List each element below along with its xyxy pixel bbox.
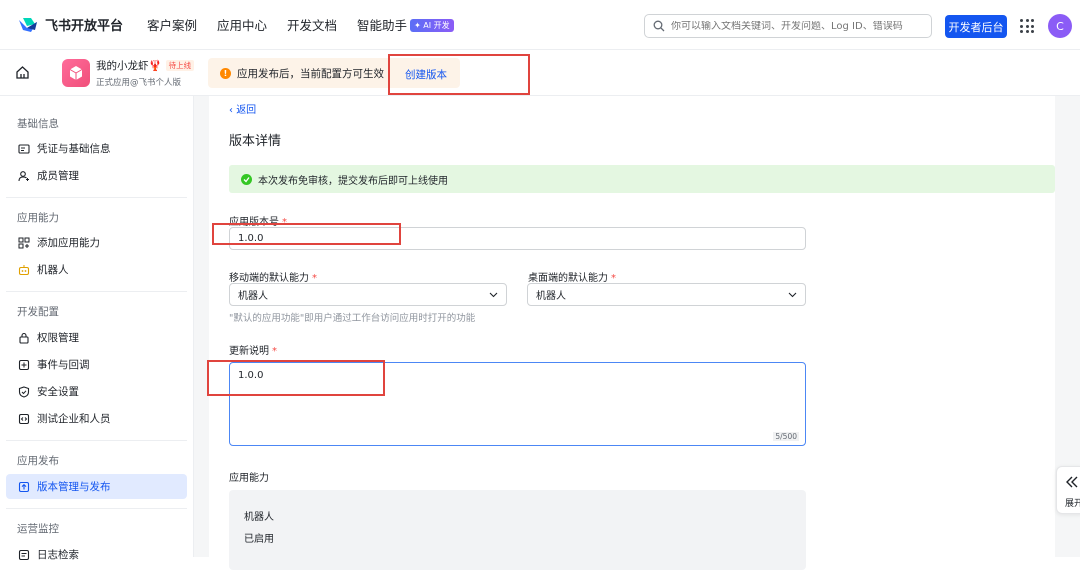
search-input[interactable]: [671, 20, 921, 32]
user-avatar[interactable]: C: [1048, 14, 1072, 38]
sidebar-item-label: 成员管理: [37, 170, 79, 182]
sidebar-item-label: 机器人: [37, 264, 69, 276]
code-icon: [18, 413, 30, 424]
version-detail-card: ‹ 返回 版本详情 本次发布免审核，提交发布后即可上线使用 应用版本号 * 1.0…: [209, 96, 1055, 570]
grid-add-icon: [18, 237, 30, 248]
upload-icon: [18, 481, 30, 492]
mobile-default-select[interactable]: 机器人: [229, 283, 507, 306]
sidebar-item-security[interactable]: 安全设置: [6, 379, 187, 404]
sidebar-item-label: 添加应用能力: [37, 237, 100, 249]
home-icon[interactable]: [15, 65, 30, 80]
chevron-down-icon: [788, 292, 797, 297]
highlight-box-update-notes: [207, 360, 385, 396]
sidebar-item-label: 日志检索: [37, 549, 79, 561]
app-info[interactable]: 我的小龙虾🦞 待上线 正式应用@飞书个人版: [62, 58, 195, 88]
app-subtitle: 正式应用@飞书个人版: [96, 78, 182, 88]
desktop-default-select[interactable]: 机器人: [527, 283, 806, 306]
sidebar-section-dev-config: 开发配置: [17, 306, 59, 318]
shield-icon: [18, 385, 30, 398]
back-label: 返回: [236, 105, 257, 116]
log-icon: [18, 549, 30, 560]
default-capability-hint: "默认的应用功能"即用户通过工作台访问应用时打开的功能: [229, 313, 476, 324]
nav-assistant[interactable]: 智能助手 ✦ AI 开发: [357, 15, 454, 34]
sidebar-item-label: 版本管理与发布: [37, 481, 111, 493]
sidebar-item-label: 测试企业和人员: [37, 413, 111, 425]
ai-badge: ✦ AI 开发: [410, 19, 454, 32]
back-link[interactable]: ‹ 返回: [229, 101, 256, 116]
sidebar-item-permissions[interactable]: 权限管理: [6, 325, 187, 350]
required-mark: *: [272, 346, 277, 357]
double-chevron-left-icon: [1066, 476, 1078, 488]
page-title: 版本详情: [229, 134, 282, 149]
sidebar-item-label: 事件与回调: [37, 359, 90, 371]
nav-customer-cases[interactable]: 客户案例: [147, 15, 197, 34]
logo[interactable]: 飞书开放平台: [17, 15, 147, 34]
capability-section-label: 应用能力: [229, 473, 269, 484]
search-icon: [653, 20, 665, 32]
app-cube-icon: [62, 59, 90, 87]
main-content: ‹ 返回 版本详情 本次发布免审核，提交发布后即可上线使用 应用版本号 * 1.0…: [194, 96, 1080, 570]
success-alert: 本次发布免审核，提交发布后即可上线使用: [229, 165, 1055, 193]
nav-assistant-label: 智能助手: [357, 18, 408, 33]
expand-panel-button[interactable]: 展开: [1056, 466, 1080, 514]
mobile-default-label: 移动端的默认能力 *: [229, 269, 317, 284]
expand-label: 展开: [1065, 499, 1080, 509]
mobile-default-value: 机器人: [238, 291, 268, 302]
highlight-box-version-number: [212, 223, 401, 245]
desktop-default-label: 桌面端的默认能力 *: [528, 269, 616, 284]
sidebar-section-monitoring: 运营监控: [17, 523, 59, 535]
sidebar-item-log-search[interactable]: 日志检索: [6, 542, 187, 567]
sidebar-divider: [6, 197, 187, 198]
notice-text: 应用发布后，当前配置方可生效: [237, 67, 384, 80]
robot-icon: [18, 264, 30, 275]
sidebar-item-robot[interactable]: 机器人: [6, 257, 187, 282]
capability-name: 机器人: [244, 512, 274, 523]
event-icon: [18, 359, 30, 370]
update-notes-label-text: 更新说明: [229, 346, 269, 357]
logo-text: 飞书开放平台: [45, 19, 124, 34]
sidebar-divider: [6, 440, 187, 441]
search-box[interactable]: [644, 14, 932, 38]
sidebar-section-capabilities: 应用能力: [17, 212, 59, 224]
sidebar-divider: [6, 508, 187, 509]
id-card-icon: [18, 143, 30, 154]
sidebar-divider: [6, 291, 187, 292]
lock-icon: [19, 332, 29, 344]
sidebar-item-test-users[interactable]: 测试企业和人员: [6, 406, 187, 431]
main-nav: 客户案例 应用中心 开发文档 智能助手 ✦ AI 开发: [147, 15, 474, 34]
sidebar-section-release: 应用发布: [17, 455, 59, 467]
sidebar-item-version-release[interactable]: 版本管理与发布: [6, 474, 187, 499]
char-counter: 5/500: [773, 432, 799, 441]
app-name: 我的小龙虾🦞: [96, 60, 162, 72]
capability-box: 机器人 已启用: [229, 490, 806, 570]
nav-dev-docs[interactable]: 开发文档: [287, 15, 337, 34]
sidebar-item-label: 凭证与基础信息: [37, 143, 111, 155]
nav-app-center[interactable]: 应用中心: [217, 15, 267, 34]
sidebar-item-label: 权限管理: [37, 332, 79, 344]
desktop-default-value: 机器人: [536, 291, 566, 302]
apps-grid-icon[interactable]: [1020, 19, 1034, 33]
sidebar-item-events[interactable]: 事件与回调: [6, 352, 187, 377]
sidebar-item-add-capability[interactable]: 添加应用能力: [6, 230, 187, 255]
highlight-box-create-version: [388, 54, 530, 95]
sidebar-item-members[interactable]: 成员管理: [6, 163, 187, 188]
warning-icon: !: [220, 67, 231, 79]
check-circle-icon: [241, 173, 252, 185]
top-navigation-bar: 飞书开放平台 客户案例 应用中心 开发文档 智能助手✦ AI 开发 开发者后台 …: [0, 0, 1080, 50]
feishu-logo-icon: [19, 17, 37, 32]
success-message: 本次发布免审核，提交发布后即可上线使用: [258, 175, 448, 187]
update-notes-label: 更新说明 *: [229, 342, 277, 357]
app-header-bar: 我的小龙虾🦞 待上线 正式应用@飞书个人版 ! 应用发布后，当前配置方可生效 创建…: [0, 50, 1080, 96]
sidebar-section-basic: 基础信息: [17, 118, 59, 130]
developer-console-button[interactable]: 开发者后台: [945, 15, 1007, 38]
user-add-icon: [18, 170, 29, 181]
capability-status: 已启用: [244, 534, 274, 545]
sidebar-item-label: 安全设置: [37, 386, 79, 398]
app-status-badge: 待上线: [165, 60, 195, 71]
sidebar: 基础信息 凭证与基础信息 成员管理 应用能力 添加应用能力 机器人 开发配置 权…: [0, 96, 194, 561]
chevron-down-icon: [489, 292, 498, 297]
sidebar-item-credentials[interactable]: 凭证与基础信息: [6, 136, 187, 161]
